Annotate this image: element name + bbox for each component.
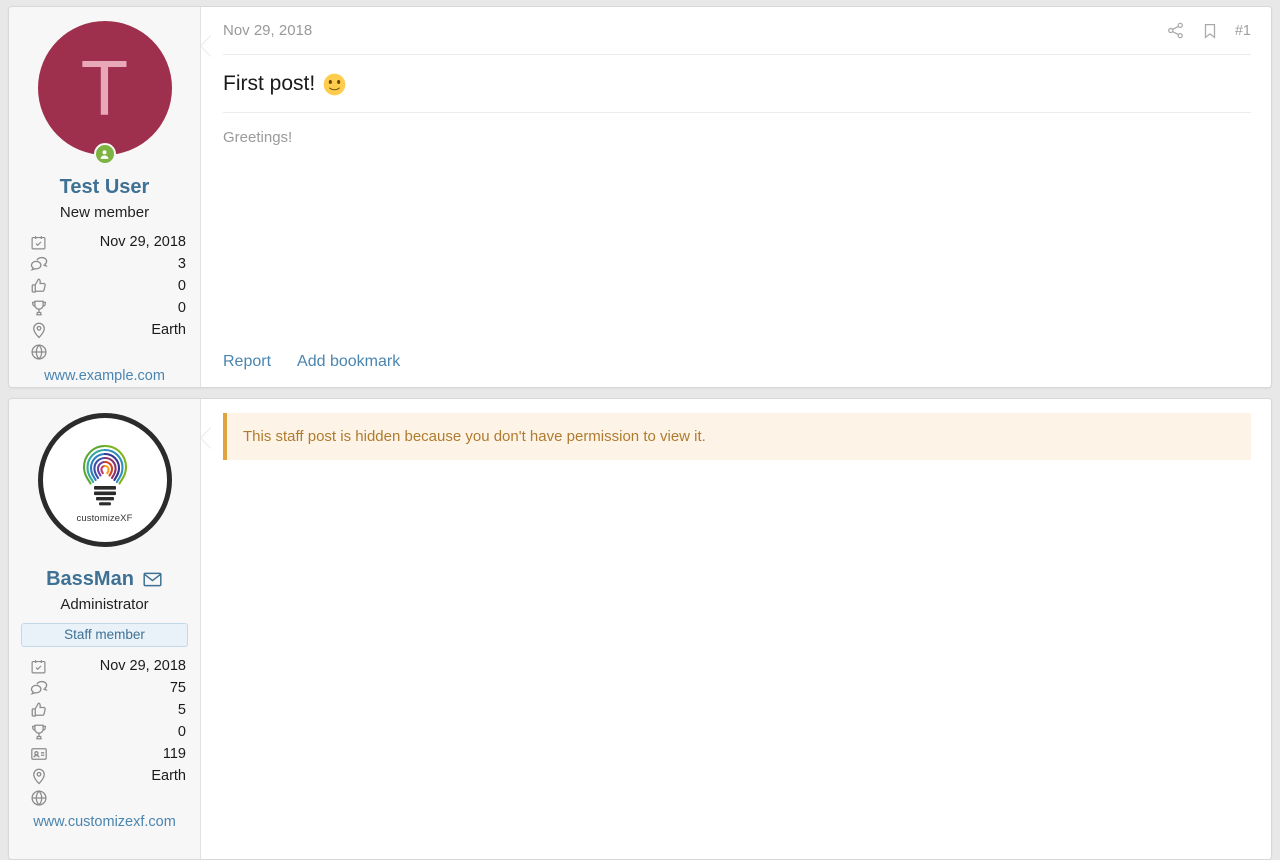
user-title: Administrator — [60, 596, 149, 613]
stat-row: 0 — [17, 275, 192, 297]
message-pointer-arrow-inner — [201, 427, 212, 449]
stat-row: Earth — [17, 765, 192, 787]
share-icon[interactable] — [1166, 21, 1185, 40]
stat-value: 119 — [162, 746, 186, 763]
post-article: T Test User New member Nov 29, 2018 3 0 … — [8, 6, 1272, 388]
post-user-info: customizeXF BassMan Administrator Staff … — [9, 399, 201, 859]
stat-row: Earth — [17, 319, 192, 341]
post-number[interactable]: #1 — [1235, 23, 1251, 39]
post-message: This staff post is hidden because you do… — [200, 399, 1271, 859]
avatar[interactable]: T — [37, 21, 172, 165]
report-link[interactable]: Report — [223, 353, 271, 371]
stat-value: 75 — [169, 680, 186, 697]
stat-row: 0 — [17, 297, 192, 319]
avatar-letter[interactable]: T — [37, 21, 172, 155]
id-card-icon — [29, 745, 48, 764]
post-title: First post! — [223, 55, 1251, 113]
post-date: Nov 29, 2018 — [223, 22, 313, 39]
thumbs-up-icon — [29, 277, 48, 296]
calendar-check-icon — [29, 233, 48, 252]
stat-row: 3 — [17, 253, 192, 275]
bookmark-icon[interactable] — [1201, 22, 1219, 40]
stat-row — [17, 787, 192, 809]
stat-row: Nov 29, 2018 — [17, 231, 192, 253]
website-link[interactable]: www.example.com — [17, 365, 192, 387]
thumbs-up-icon — [29, 701, 48, 720]
lightbulb-logo-icon — [82, 444, 127, 506]
stat-row: 5 — [17, 699, 192, 721]
stat-row: Nov 29, 2018 — [17, 655, 192, 677]
globe-icon — [29, 343, 48, 362]
post-message: Nov 29, 2018 #1 First post! Greetings! R… — [200, 7, 1271, 387]
stat-value: 3 — [177, 256, 186, 273]
map-pin-icon — [29, 321, 48, 340]
avatar[interactable]: customizeXF — [37, 413, 172, 547]
post-article: customizeXF BassMan Administrator Staff … — [8, 398, 1272, 860]
username[interactable]: BassMan — [17, 567, 192, 591]
staff-member-banner: Staff member — [21, 623, 188, 648]
hidden-staff-post-notice: This staff post is hidden because you do… — [223, 413, 1251, 460]
thread-posts-page: T Test User New member Nov 29, 2018 3 0 … — [0, 0, 1280, 860]
stat-row: 0 — [17, 721, 192, 743]
post-user-info: T Test User New member Nov 29, 2018 3 0 … — [9, 7, 201, 387]
add-bookmark-link[interactable]: Add bookmark — [297, 353, 400, 371]
stat-value: 0 — [177, 724, 186, 741]
slight-smile-emoji — [323, 73, 346, 96]
stat-value: Nov 29, 2018 — [99, 658, 186, 675]
post-body: Greetings! — [223, 129, 293, 146]
username-label[interactable]: Test User — [60, 175, 150, 199]
map-pin-icon — [29, 767, 48, 786]
online-status-icon — [93, 143, 116, 165]
username[interactable]: Test User — [17, 175, 192, 199]
user-stats: Nov 29, 2018 3 0 0 Earth www.example.com — [17, 231, 192, 387]
messages-icon — [29, 679, 48, 698]
stat-row: 119 — [17, 743, 192, 765]
user-title: New member — [59, 204, 150, 221]
messages-icon — [29, 255, 48, 274]
globe-icon — [29, 789, 48, 808]
envelope-icon[interactable] — [142, 569, 163, 590]
username-label[interactable]: BassMan — [46, 567, 134, 591]
message-pointer-arrow-inner — [201, 35, 212, 57]
stat-value: 0 — [177, 278, 186, 295]
stat-value: 0 — [177, 300, 186, 317]
post-header-actions: #1 — [1166, 21, 1251, 40]
stat-value: 5 — [177, 702, 186, 719]
trophy-icon — [29, 723, 48, 742]
stat-value: Nov 29, 2018 — [99, 234, 186, 251]
avatar-logo-text: customizeXF — [76, 513, 133, 524]
stat-value: Earth — [151, 322, 186, 339]
user-stats: Nov 29, 2018 75 5 0 119 Earth www.custom… — [17, 655, 192, 833]
post-footer-actions: Report Add bookmark — [223, 353, 400, 371]
stat-row: 75 — [17, 677, 192, 699]
avatar-image[interactable]: customizeXF — [37, 413, 172, 547]
stat-value: Earth — [151, 768, 186, 785]
post-title-text: First post! — [223, 72, 316, 95]
calendar-check-icon — [29, 657, 48, 676]
trophy-icon — [29, 299, 48, 318]
stat-row — [17, 341, 192, 363]
website-link[interactable]: www.customizexf.com — [17, 811, 192, 833]
post-header: Nov 29, 2018 #1 — [223, 7, 1251, 55]
